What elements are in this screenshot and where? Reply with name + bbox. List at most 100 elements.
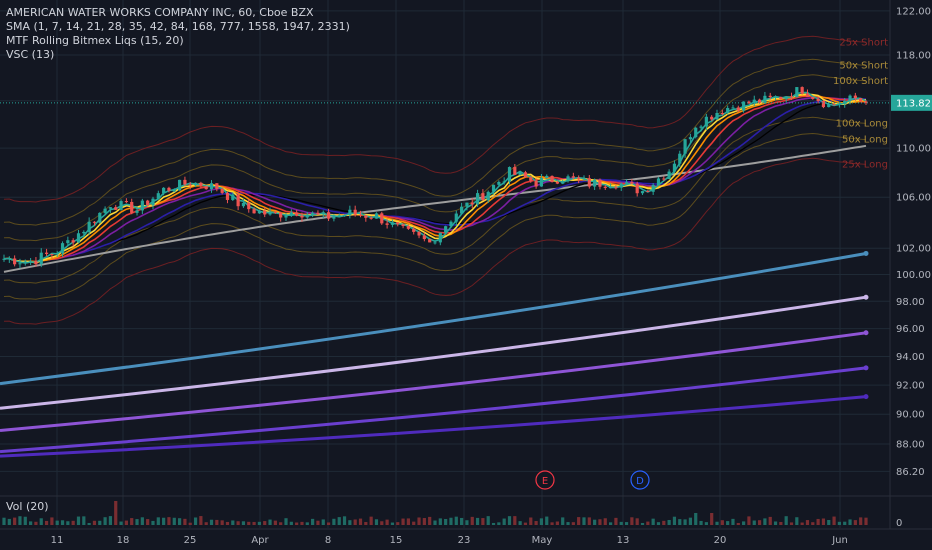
candle-body (215, 183, 219, 189)
candle-body (598, 179, 602, 187)
volume-bar (326, 522, 331, 525)
candle-body (518, 172, 522, 175)
chart-canvas[interactable]: ED 122.00118.00114.00110.00106.00102.001… (0, 0, 932, 550)
candle-body (460, 206, 464, 214)
candle-body (332, 216, 336, 219)
volume-label[interactable]: Vol (20) (6, 500, 49, 513)
volume-bar (720, 520, 724, 525)
candle-body (853, 95, 857, 99)
candle-body (7, 258, 11, 260)
symbol-title[interactable]: AMERICAN WATER WORKS COMPANY INC, 60, Cb… (6, 6, 350, 20)
volume-bar (853, 520, 857, 525)
candle-body (87, 221, 91, 232)
volume-bar (497, 522, 501, 525)
candle-body (220, 188, 224, 193)
candle-body (587, 178, 591, 187)
volume-bar (635, 518, 639, 525)
liquidation-band-line (3, 58, 867, 226)
volume-bar (82, 516, 86, 525)
candle-body (385, 223, 389, 225)
candle-body (71, 240, 75, 243)
candle-body (247, 202, 251, 210)
candle-body (23, 261, 27, 264)
candle-body (103, 208, 107, 213)
candle-body (539, 178, 544, 187)
volume-bar (337, 517, 341, 525)
candle-body (193, 182, 198, 186)
candle-body (140, 200, 144, 211)
x-tick-label: 11 (51, 535, 64, 546)
moving-average-endpoint (863, 365, 869, 371)
vsc-indicator-label[interactable]: VSC (13) (6, 48, 350, 62)
sma-84-line (3, 98, 867, 263)
volume-bar (438, 518, 442, 525)
volume-bar (805, 520, 810, 525)
volume-bar (662, 520, 666, 525)
price-axis[interactable]: 122.00118.00114.00110.00106.00102.00100.… (891, 6, 932, 529)
volume-bar (837, 521, 841, 525)
candle-body (98, 212, 102, 223)
volume-bar (92, 520, 97, 525)
volume-bar (417, 517, 421, 525)
liqs-indicator-label[interactable]: MTF Rolling Bitmex Liqs (15, 20) (6, 34, 350, 48)
sma-indicator-label[interactable]: SMA (1, 7, 14, 21, 28, 35, 42, 84, 168, … (6, 20, 350, 34)
volume-bar (380, 521, 384, 525)
volume-bar (44, 520, 49, 525)
candle-body (188, 184, 192, 186)
candle-body (763, 95, 767, 103)
volume-bar (789, 522, 794, 525)
candle-body (279, 212, 283, 218)
volume-bar (2, 517, 6, 525)
volume-bar (470, 516, 474, 525)
volume-bar (433, 520, 437, 525)
event-markers[interactable]: ED (535, 470, 650, 490)
candle-body (172, 190, 176, 192)
volume-bar (566, 522, 570, 525)
volume-bar (475, 517, 480, 525)
chart-window: ED 122.00118.00114.00110.00106.00102.001… (0, 0, 932, 550)
earnings-marker[interactable]: E (535, 470, 555, 490)
time-axis[interactable]: 11 18 25 Apr 8 15 23 May 13 20 Jun (51, 535, 848, 546)
volume-bar (848, 519, 852, 525)
candle-body (678, 153, 682, 164)
volume-bar (763, 518, 767, 525)
volume-bar (23, 516, 27, 525)
candle-body (183, 179, 187, 185)
candle-body (475, 193, 480, 205)
y-tick-label: 90.00 (896, 410, 925, 421)
volume-bar (784, 516, 788, 525)
volume-bar (406, 518, 410, 525)
volume-bar (177, 518, 182, 525)
volume-bar (736, 522, 740, 525)
dividend-marker[interactable]: D (630, 470, 650, 490)
moving-average-endpoint (863, 250, 869, 256)
volume-bar (119, 521, 123, 525)
x-tick-label: 18 (117, 535, 130, 546)
volume-bar (348, 520, 352, 525)
candle-body (18, 263, 22, 265)
candle-body (444, 226, 448, 233)
liquidation-bands (3, 35, 867, 325)
volume-bar (39, 518, 43, 525)
volume-bar (726, 521, 730, 525)
y-tick-label: 94.00 (896, 352, 925, 363)
candle-body (146, 200, 150, 206)
candle-body (135, 210, 139, 213)
candle-body (710, 116, 714, 120)
volume-bar (358, 518, 363, 525)
candle-body (726, 107, 730, 114)
candle-body (60, 243, 65, 254)
candle-body (284, 215, 288, 218)
candle-body (50, 253, 54, 255)
candle-body (321, 212, 325, 215)
volume-bar (87, 522, 91, 525)
volume-bar (486, 516, 490, 525)
candle-body (731, 107, 735, 109)
volume-bar (130, 518, 134, 525)
candle-body (550, 175, 554, 182)
volume-bar (146, 519, 150, 525)
candle-body (13, 258, 17, 265)
candle-body (523, 172, 528, 178)
candle-body (417, 231, 421, 236)
volume-bar (34, 521, 38, 525)
